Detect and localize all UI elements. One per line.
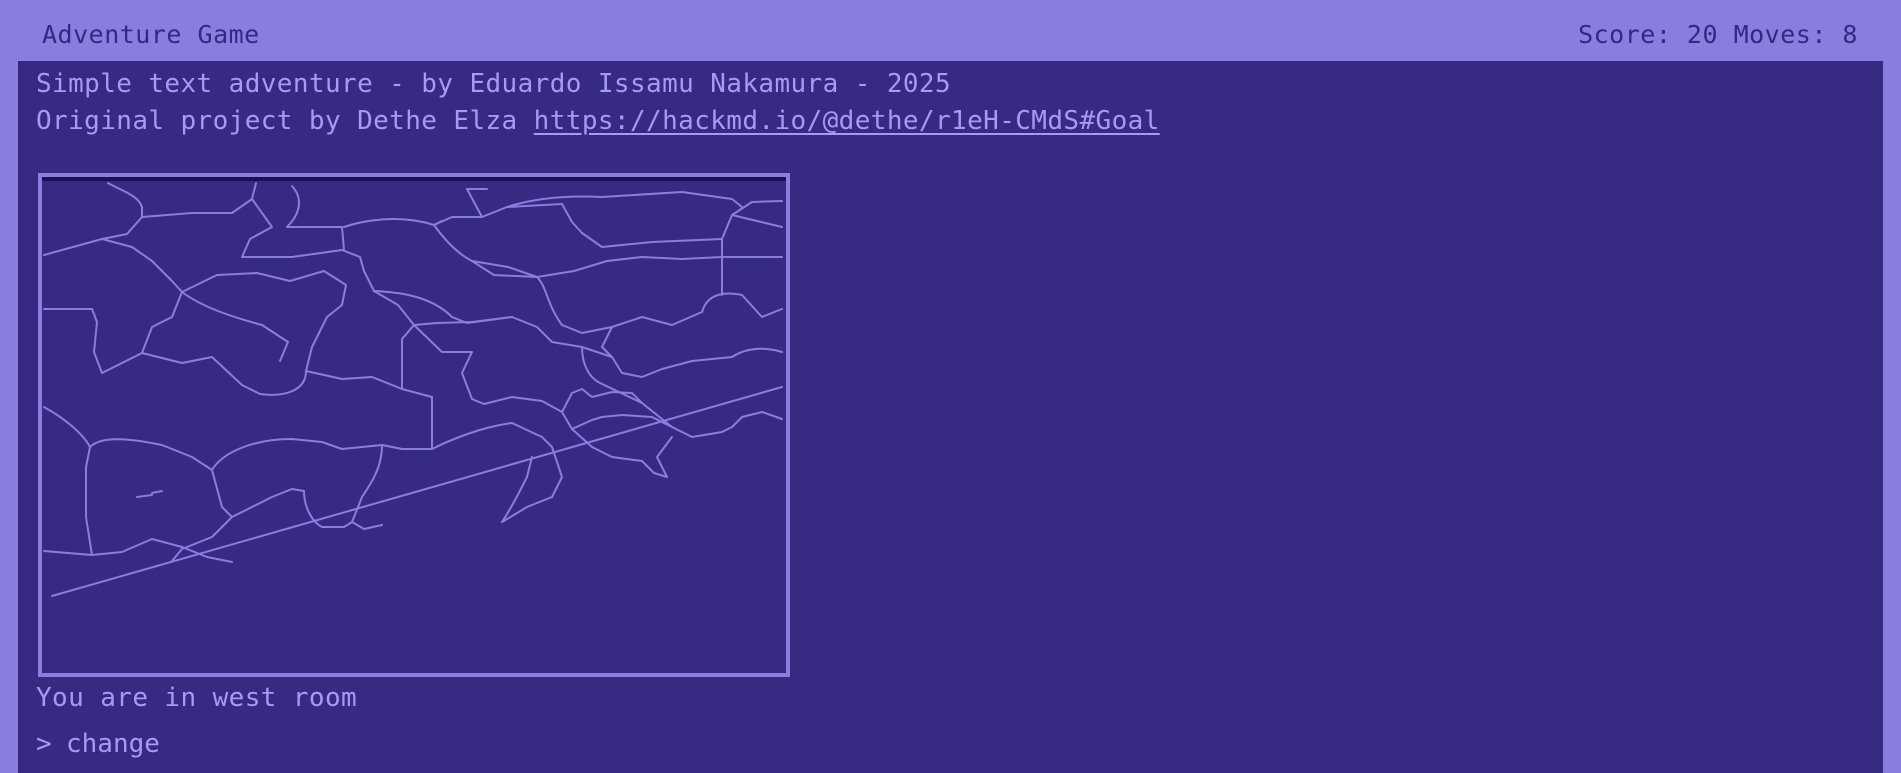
window-title: Adventure Game [42, 20, 260, 49]
project-link[interactable]: https://hackmd.io/@dethe/r1eH-CMdS#Goal [534, 106, 1160, 136]
intro-line-2-prefix: Original project by Dethe Elza [36, 106, 534, 136]
intro-line-1: Simple text adventure - by Eduardo Issam… [36, 69, 952, 99]
score-moves-status: Score: 20 Moves: 8 [1578, 20, 1858, 49]
command-input[interactable] [66, 729, 1266, 759]
prompt-caret: > [36, 729, 52, 759]
cracked-floor-illustration [43, 182, 783, 597]
room-description: You are in west room [36, 683, 358, 713]
room-picture [38, 173, 790, 677]
intro-line-2: Original project by Dethe Elza https://h… [36, 106, 1160, 136]
game-screen: Simple text adventure - by Eduardo Issam… [18, 61, 1883, 773]
command-line: > [36, 729, 1266, 759]
title-bar: Adventure Game Score: 20 Moves: 8 [0, 0, 1901, 61]
